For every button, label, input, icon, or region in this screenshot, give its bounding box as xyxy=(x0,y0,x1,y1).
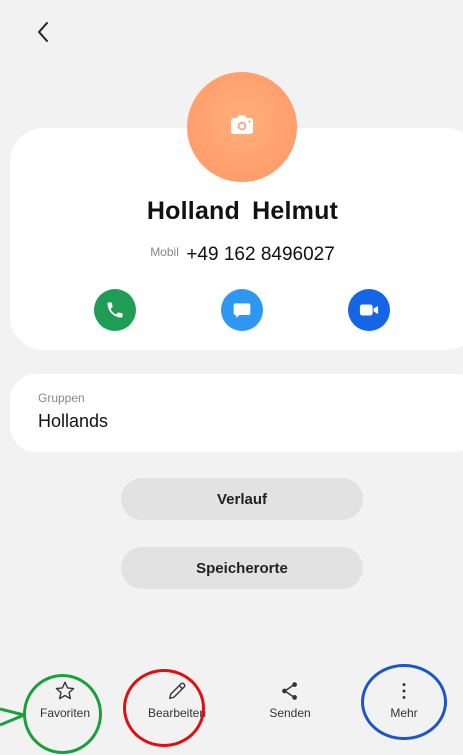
more-button[interactable]: Mehr xyxy=(359,680,449,720)
video-call-button[interactable] xyxy=(348,289,390,331)
message-button[interactable] xyxy=(221,289,263,331)
phone-row[interactable]: Mobil +49 162 8496027 xyxy=(0,244,463,266)
phone-icon xyxy=(107,302,123,318)
avatar[interactable] xyxy=(187,72,297,182)
arrow-pointer-icon xyxy=(0,707,26,727)
star-icon xyxy=(55,681,75,700)
edit-button[interactable]: Bearbeiten xyxy=(132,680,222,720)
favorites-button[interactable]: Favoriten xyxy=(20,680,110,720)
favorites-label: Favoriten xyxy=(39,706,91,720)
groups-value: Hollands xyxy=(38,411,109,431)
back-button[interactable] xyxy=(30,18,58,46)
chevron-left-icon xyxy=(38,22,48,42)
more-label: Mehr xyxy=(390,706,418,720)
send-label: Senden xyxy=(269,706,311,720)
message-icon xyxy=(233,303,251,318)
contact-name: Holland Helmut xyxy=(146,197,339,225)
video-icon xyxy=(359,304,379,316)
call-button[interactable] xyxy=(94,289,136,331)
send-button[interactable]: Senden xyxy=(245,680,335,720)
groups-label: Gruppen xyxy=(38,391,85,405)
pencil-icon xyxy=(168,682,186,700)
edit-label: Bearbeiten xyxy=(147,706,207,720)
storage-locations-button[interactable]: Speicherorte xyxy=(121,547,363,589)
phone-type-label: Mobil xyxy=(150,245,179,259)
phone-number[interactable]: +49 162 8496027 xyxy=(186,244,334,265)
camera-icon xyxy=(231,115,253,134)
more-vertical-icon xyxy=(402,683,406,699)
history-button[interactable]: Verlauf xyxy=(121,478,363,520)
share-icon xyxy=(282,682,297,700)
